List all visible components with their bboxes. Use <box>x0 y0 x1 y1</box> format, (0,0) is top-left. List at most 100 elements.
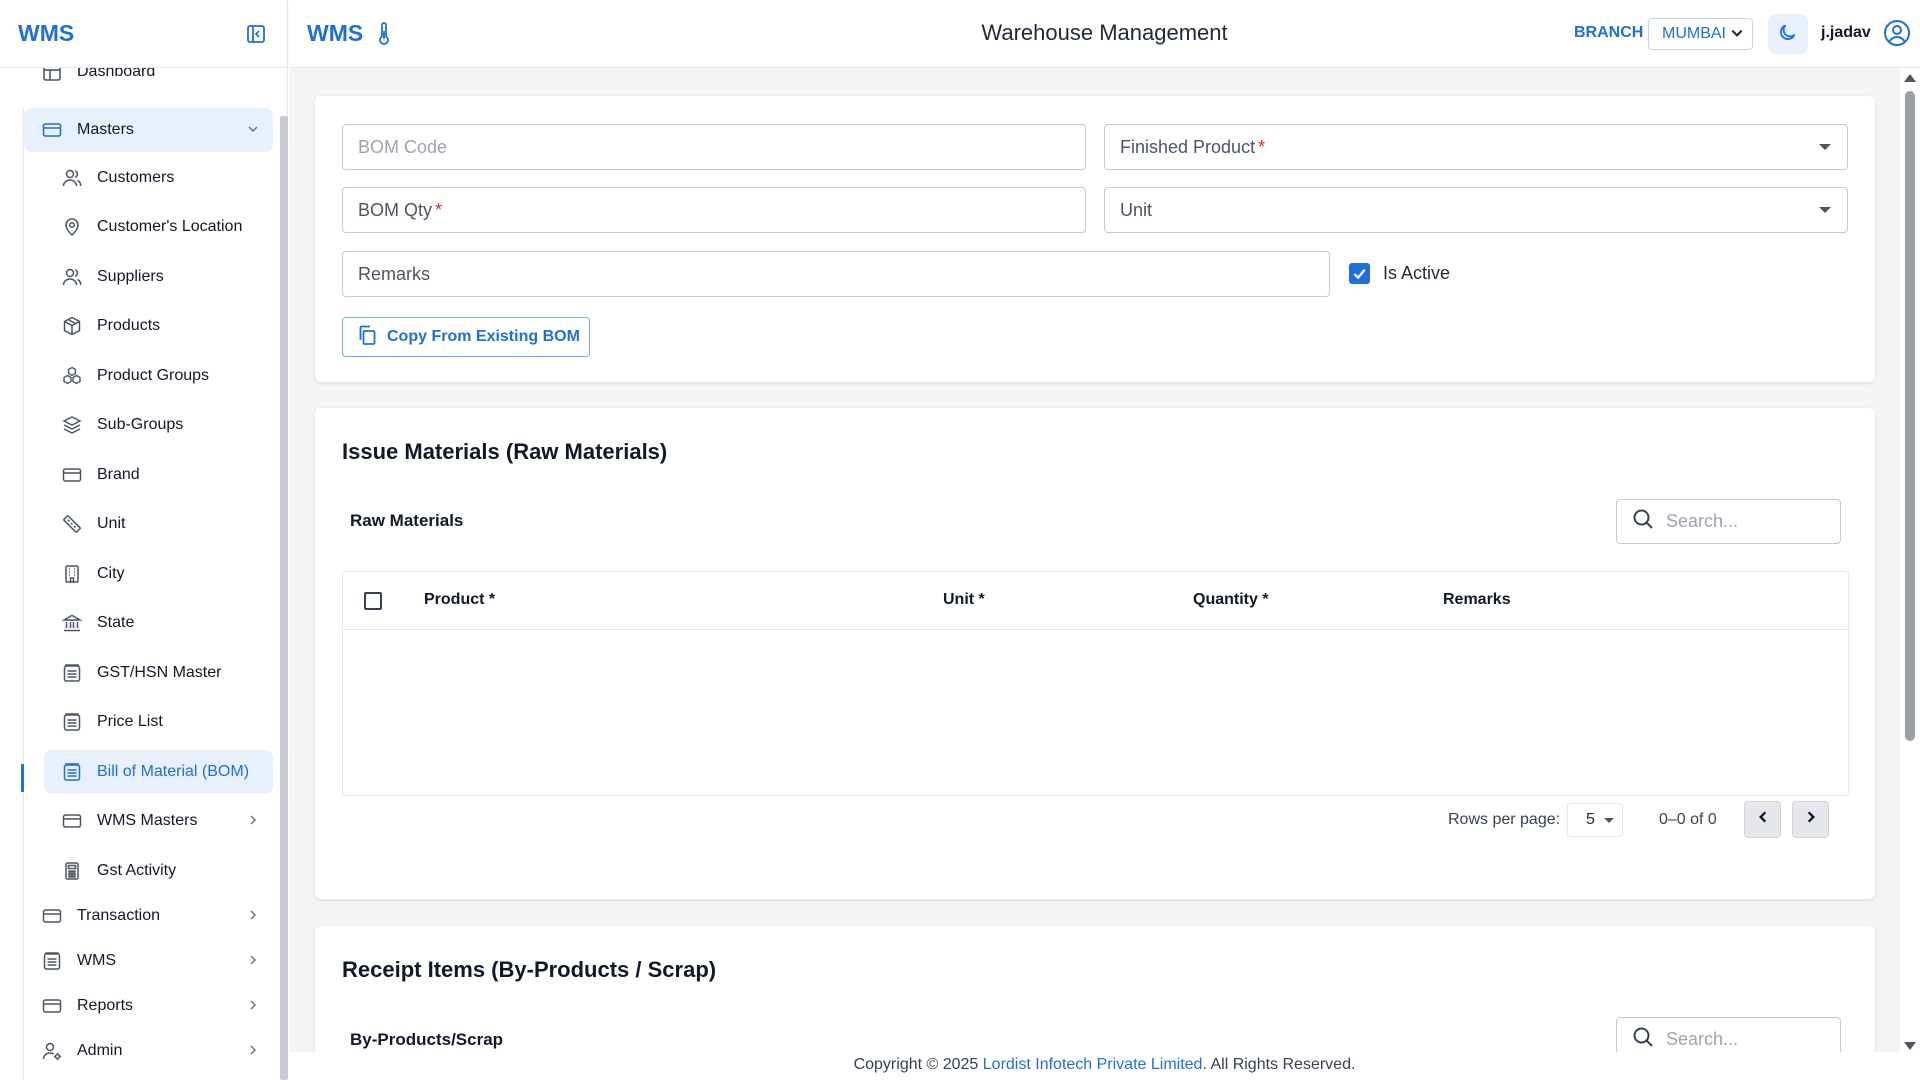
scroll-down-arrow-icon[interactable] <box>1904 1042 1916 1050</box>
moon-icon <box>1778 22 1798 47</box>
finished-product-select[interactable]: Finished Product * <box>1104 124 1848 170</box>
sidebar-item-price-list[interactable]: Price List <box>44 700 273 744</box>
branch-select[interactable]: MUMBAI <box>1648 18 1753 50</box>
sidebar-item-reports[interactable]: Reports <box>24 984 273 1028</box>
by-products-title: By-Products/Scrap <box>350 1030 504 1049</box>
is-active-checkbox[interactable] <box>1349 263 1370 284</box>
copy-button-label: Copy From Existing BOM <box>387 328 580 345</box>
column-header-product[interactable]: Product * <box>424 591 495 609</box>
sidebar-item-masters[interactable]: Masters <box>24 108 273 152</box>
receipt-items-card: Receipt Items (By-Products / Scrap) By-P… <box>315 926 1875 1052</box>
branch-label: BRANCH <box>1574 24 1644 41</box>
card-icon <box>40 118 64 142</box>
bom-code-placeholder: BOM Code <box>358 136 448 157</box>
scrollbar-thumb[interactable] <box>1905 91 1915 741</box>
sidebar-item-customers-location[interactable]: Customer's Location <box>44 205 273 249</box>
raw-materials-title: Raw Materials <box>350 511 464 530</box>
sidebar-item-gst-hsn-master[interactable]: GST/HSN Master <box>44 651 273 695</box>
footer: Copyright © 2025 Lordist Infotech Privat… <box>289 1052 1920 1080</box>
theme-toggle-button[interactable] <box>1768 14 1808 54</box>
sidebar-item-product-groups[interactable]: Product Groups <box>44 354 273 398</box>
card-icon <box>60 809 84 833</box>
search-icon <box>1632 508 1654 535</box>
receipt-items-title: Receipt Items (By-Products / Scrap) <box>342 957 717 982</box>
layers-icon <box>60 413 84 437</box>
location-pin-icon <box>60 215 84 239</box>
sidebar-item-city[interactable]: City <box>44 552 273 596</box>
sidebar-item-label: GST/HSN Master <box>97 664 222 681</box>
sidebar-item-label: Customers <box>97 169 175 186</box>
sidebar-item-gst-activity[interactable]: Gst Activity <box>44 849 273 893</box>
sidebar-item-admin[interactable]: Admin <box>24 1029 273 1073</box>
column-header-quantity[interactable]: Quantity * <box>1193 591 1269 609</box>
sidebar-item-label: Unit <box>97 515 126 532</box>
ruler-icon <box>60 512 84 536</box>
sidebar-item-state[interactable]: State <box>44 601 273 645</box>
copy-from-existing-bom-button[interactable]: Copy From Existing BOM <box>342 317 590 357</box>
sidebar-item-brand[interactable]: Brand <box>44 453 273 497</box>
raw-materials-search-input[interactable]: Search... <box>1616 499 1841 544</box>
bom-form-card: BOM Code Finished Product * BOM Qty * Unit… <box>315 96 1875 382</box>
search-icon <box>1632 1026 1654 1052</box>
column-header-unit[interactable]: Unit * <box>943 591 985 609</box>
archive-icon <box>60 760 84 784</box>
sidebar-item-customers[interactable]: Customers <box>44 156 273 200</box>
sidebar-item-label: Dashboard <box>77 68 156 80</box>
sidebar-item-label: Sub-Groups <box>97 416 184 433</box>
app-logo[interactable]: WMS <box>307 20 363 47</box>
rows-per-page-select[interactable]: 5 <box>1567 803 1623 837</box>
sidebar-item-wms[interactable]: WMS <box>24 939 273 983</box>
next-page-button[interactable] <box>1792 801 1829 838</box>
previous-page-button[interactable] <box>1744 801 1781 838</box>
sidebar-item-bill-of-material[interactable]: Bill of Material (BOM) <box>44 750 273 794</box>
sidebar-header: WMS <box>0 0 287 68</box>
raw-materials-table: Product * Unit * Quantity * Remarks <box>342 571 1849 796</box>
sidebar-nav[interactable]: Dashboard Masters Customers Customer's L… <box>0 68 288 1080</box>
username[interactable]: j.jadav <box>1821 24 1871 42</box>
card-icon <box>60 463 84 487</box>
search-placeholder: Search... <box>1666 511 1739 531</box>
rows-per-page-label: Rows per page: <box>1448 811 1561 828</box>
calculator-icon <box>60 859 84 883</box>
chevron-down-icon <box>1730 26 1744 43</box>
bom-code-field[interactable]: BOM Code <box>342 124 1086 170</box>
remarks-field[interactable]: Remarks <box>342 251 1330 297</box>
unit-select[interactable]: Unit <box>1104 187 1848 233</box>
copyright-prefix: Copyright © 2025 <box>853 1056 983 1073</box>
company-link[interactable]: Lordist Infotech Private Limited <box>983 1056 1203 1073</box>
unit-label: Unit <box>1120 199 1153 220</box>
sidebar-scrollbar[interactable] <box>280 116 288 1080</box>
by-products-search-input[interactable]: Search... <box>1616 1017 1841 1052</box>
sidebar-item-suppliers[interactable]: Suppliers <box>44 255 273 299</box>
sidebar-item-label: Customer's Location <box>97 218 243 235</box>
scroll-up-arrow-icon[interactable] <box>1904 74 1916 82</box>
table-header: Product * Unit * Quantity * Remarks <box>343 572 1848 630</box>
sidebar-item-transaction[interactable]: Transaction <box>24 894 273 938</box>
sidebar-item-label: Gst Activity <box>97 862 177 879</box>
chevron-down-icon <box>247 123 259 138</box>
sidebar-item-dashboard[interactable]: Dashboard <box>24 68 273 88</box>
column-header-remarks[interactable]: Remarks <box>1443 591 1511 609</box>
sidebar-item-label: WMS Masters <box>97 812 198 829</box>
card-icon <box>40 904 64 928</box>
sidebar-item-wms-masters[interactable]: WMS Masters <box>44 799 273 843</box>
top-bar: WMS Warehouse Management BRANCH MUMBAI j… <box>289 0 1920 68</box>
box-icon <box>60 314 84 338</box>
page-scrollbar[interactable] <box>1900 69 1920 1052</box>
bank-icon <box>60 611 84 635</box>
archive-icon <box>60 661 84 685</box>
required-mark: * <box>1258 136 1266 157</box>
user-avatar-icon[interactable] <box>1883 19 1911 52</box>
is-active-label: Is Active <box>1383 263 1451 283</box>
collapse-sidebar-icon[interactable] <box>243 21 269 47</box>
sidebar-item-label: Masters <box>77 121 134 138</box>
select-all-checkbox[interactable] <box>364 592 382 610</box>
grid-icon <box>40 68 64 84</box>
sidebar-item-label: State <box>97 614 135 631</box>
sidebar-item-products[interactable]: Products <box>44 304 273 348</box>
sidebar-item-unit[interactable]: Unit <box>44 502 273 546</box>
building-icon <box>60 562 84 586</box>
bom-qty-field[interactable]: BOM Qty * <box>342 187 1086 233</box>
sidebar-item-sub-groups[interactable]: Sub-Groups <box>44 403 273 447</box>
sidebar-item-label: Products <box>97 317 161 334</box>
